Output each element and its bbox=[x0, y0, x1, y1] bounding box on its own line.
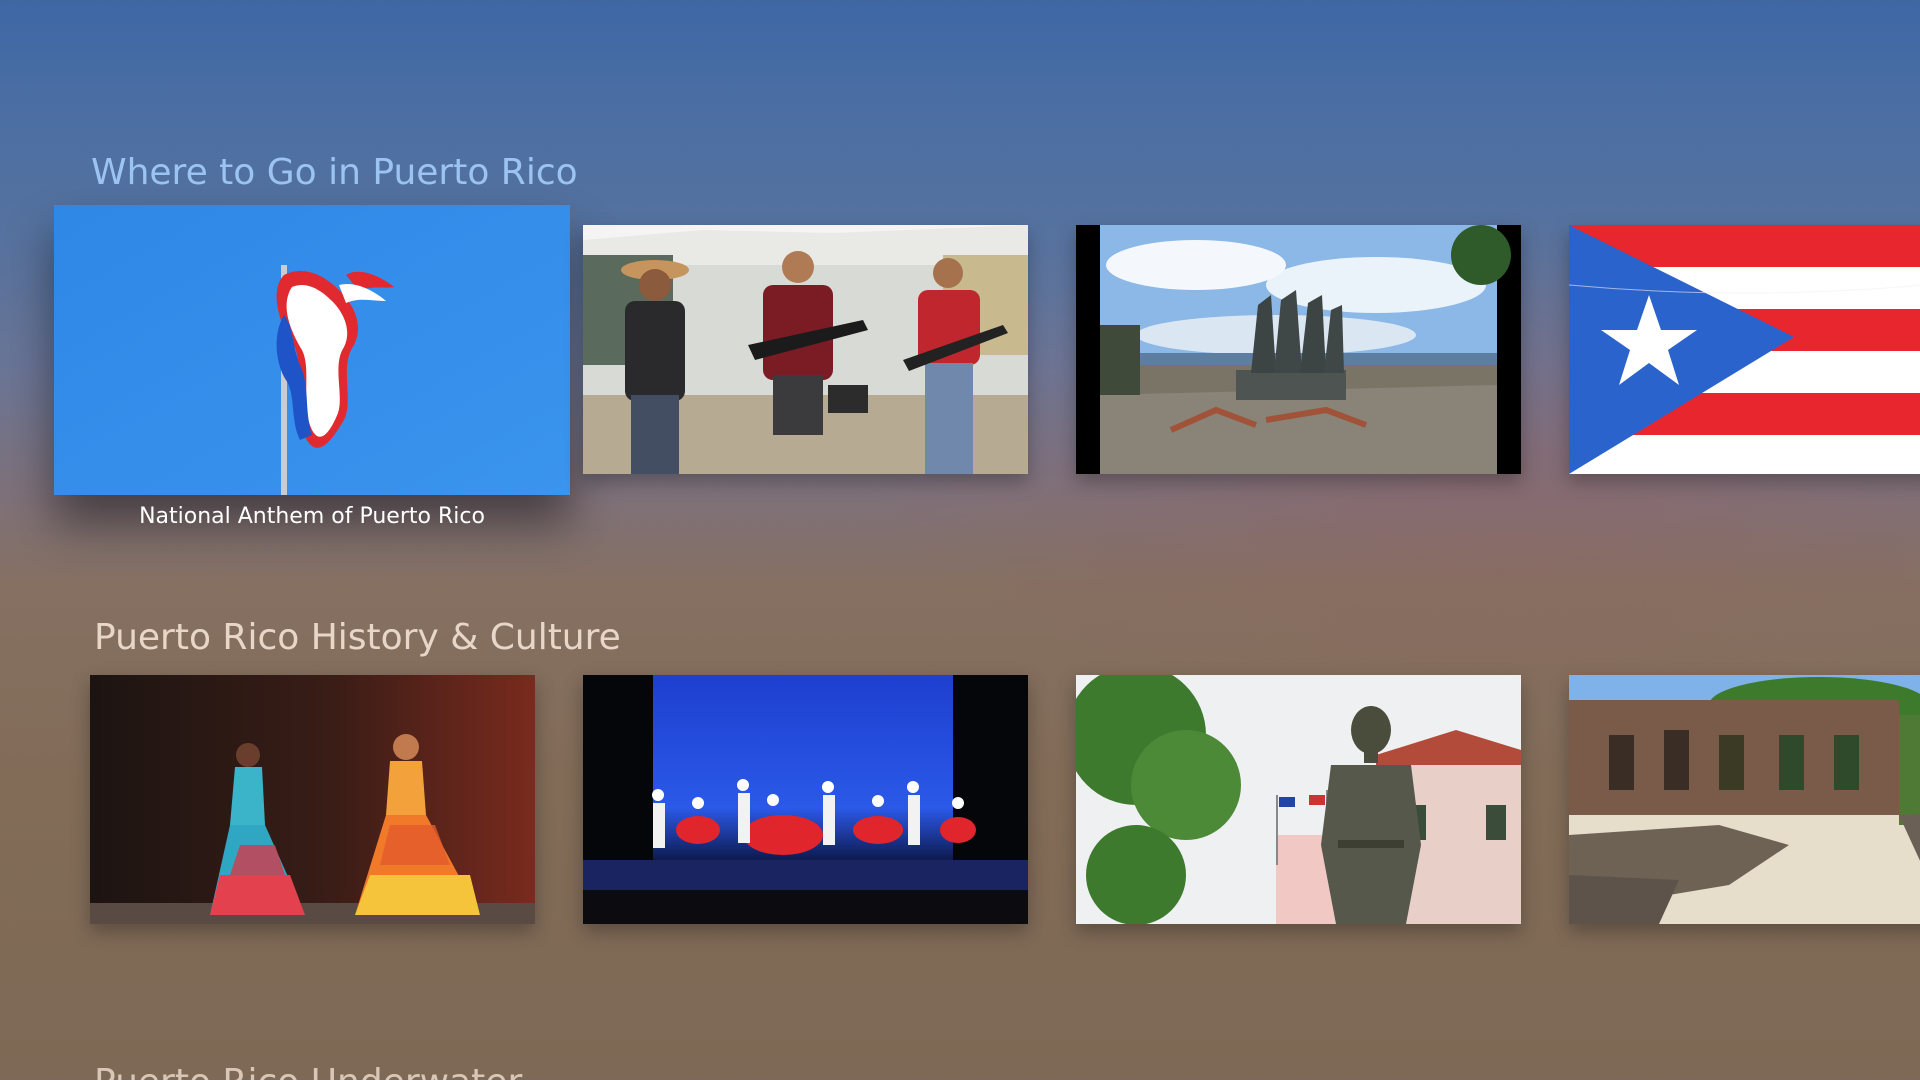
video-tile-bronze-statue[interactable] bbox=[1076, 675, 1521, 924]
video-tile-guitar-band[interactable] bbox=[583, 225, 1028, 474]
row-title-history-culture: Puerto Rico History & Culture bbox=[94, 617, 621, 658]
video-tile-national-anthem[interactable] bbox=[54, 205, 570, 495]
video-caption-national-anthem: National Anthem of Puerto Rico bbox=[139, 504, 485, 529]
thumbnail-guitar-band bbox=[583, 225, 1028, 474]
thumbnail-flag-waving bbox=[54, 205, 570, 495]
thumbnail-bronze-statue bbox=[1076, 675, 1521, 924]
thumbnail-statue-plaza bbox=[1076, 225, 1521, 474]
thumbnail-dancers bbox=[90, 675, 535, 924]
video-tile-folk-dance[interactable] bbox=[583, 675, 1028, 924]
row-title-underwater: Puerto Rico Underwater bbox=[94, 1062, 522, 1080]
thumbnail-flag-closeup bbox=[1569, 225, 1920, 474]
row-title-where-to-go: Where to Go in Puerto Rico bbox=[91, 152, 578, 193]
video-tile-stone-ruins[interactable] bbox=[1569, 675, 1920, 924]
video-tile-la-rogativa[interactable] bbox=[1076, 225, 1521, 474]
video-tile-dancers[interactable] bbox=[90, 675, 535, 924]
video-tile-puerto-rico-flag[interactable] bbox=[1569, 225, 1920, 474]
thumbnail-folk-dance bbox=[583, 675, 1028, 924]
thumbnail-stone-ruins bbox=[1569, 675, 1920, 924]
